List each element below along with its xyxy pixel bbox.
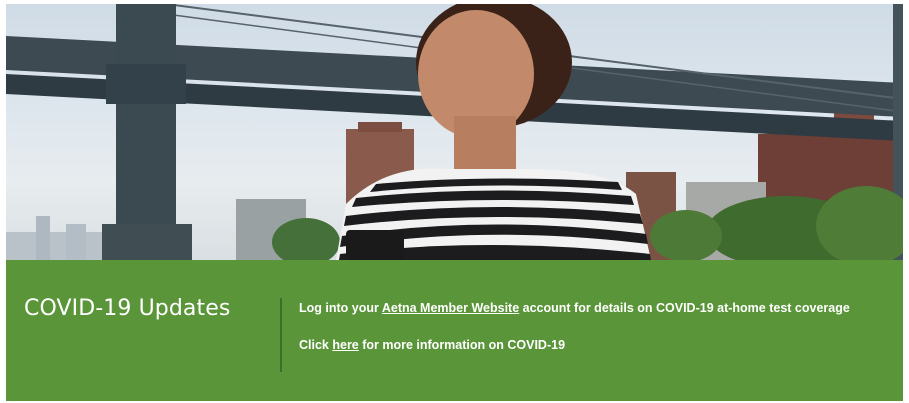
covid-updates-banner: COVID-19 Updates Log into your Aetna Mem… [6,260,903,401]
line1-suffix: account for details on COVID-19 at-home … [519,301,850,315]
hero-image [6,4,903,260]
member-website-line: Log into your Aetna Member Website accou… [299,301,850,315]
line2-prefix: Click [299,338,333,352]
banner-title: COVID-19 Updates [24,296,231,321]
page-frame: COVID-19 Updates Log into your Aetna Mem… [6,4,903,401]
banner-divider [280,298,282,372]
aetna-member-website-link[interactable]: Aetna Member Website [382,301,519,315]
covid-info-here-link[interactable]: here [332,338,358,352]
line1-prefix: Log into your [299,301,382,315]
hero-illustration [6,4,903,260]
line2-suffix: for more information on COVID-19 [358,338,566,352]
more-info-line: Click here for more information on COVID… [299,338,565,352]
